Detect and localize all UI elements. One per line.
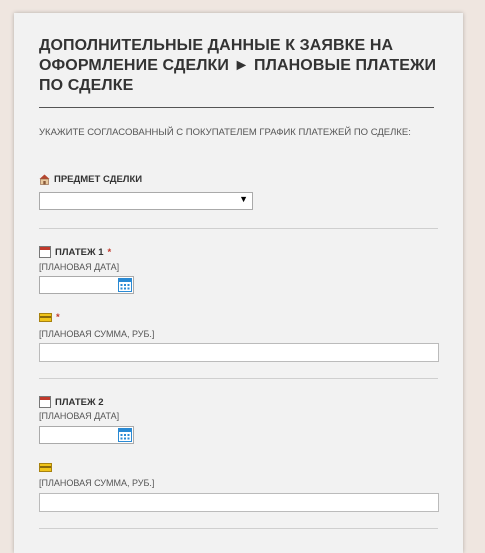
section-divider — [39, 228, 438, 229]
payment-2-title: ПЛАТЕЖ 2 — [55, 396, 104, 408]
calendar-icon — [39, 246, 51, 258]
payment-1-amount-hint: [ПЛАНОВАЯ СУММА, РУБ.] — [39, 329, 155, 339]
title-divider — [39, 107, 434, 108]
required-marker: * — [107, 246, 112, 258]
dropdown-arrow-icon[interactable]: ▼ — [239, 194, 248, 204]
payment-1-amount-input[interactable] — [39, 343, 439, 362]
payment-2-label: ПЛАТЕЖ 2 — [39, 396, 108, 408]
payment-2-date-hint: [ПЛАНОВАЯ ДАТА] — [39, 411, 120, 421]
calendar-icon — [39, 396, 51, 408]
required-marker: * — [56, 312, 60, 323]
payment-2-amount-hint: [ПЛАНОВАЯ СУММА, РУБ.] — [39, 478, 155, 488]
payment-1-label: ПЛАТЕЖ 1 * — [39, 246, 111, 258]
subject-label: ПРЕДМЕТ СДЕЛКИ — [39, 174, 142, 185]
date-picker-icon[interactable] — [118, 278, 132, 292]
payment-1-title: ПЛАТЕЖ 1 — [55, 246, 104, 258]
house-icon — [39, 174, 50, 185]
money-icon — [39, 313, 52, 322]
subject-select[interactable]: ▼ — [39, 192, 253, 210]
section-divider — [39, 528, 438, 529]
form-title: ДОПОЛНИТЕЛЬНЫЕ ДАННЫЕ К ЗАЯВКЕ НА ОФОРМЛ… — [39, 37, 437, 94]
subject-label-text: ПРЕДМЕТ СДЕЛКИ — [54, 174, 143, 185]
instruction-text: УКАЖИТЕ СОГЛАСОВАННЫЙ С ПОКУПАТЕЛЕМ ГРАФ… — [39, 127, 411, 138]
payment-2-amount-label — [39, 463, 56, 472]
payment-1-date-hint: [ПЛАНОВАЯ ДАТА] — [39, 262, 120, 272]
date-picker-icon[interactable] — [118, 428, 132, 442]
section-divider — [39, 378, 438, 379]
money-icon — [39, 463, 52, 472]
form-panel: ДОПОЛНИТЕЛЬНЫЕ ДАННЫЕ К ЗАЯВКЕ НА ОФОРМЛ… — [14, 13, 463, 553]
payment-1-amount-label: * — [39, 312, 60, 323]
payment-2-amount-input[interactable] — [39, 493, 439, 512]
